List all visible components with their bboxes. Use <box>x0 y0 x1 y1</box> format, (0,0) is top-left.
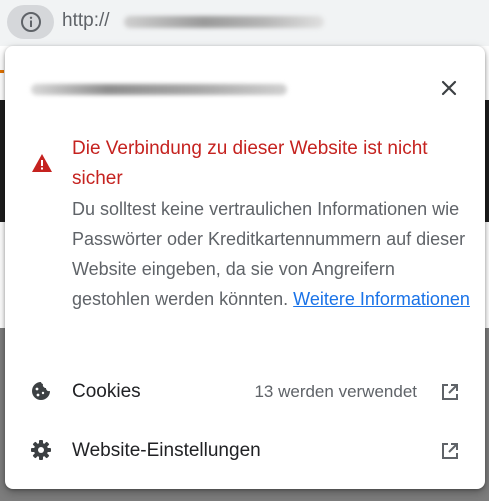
gear-icon <box>31 440 51 460</box>
external-link-icon[interactable] <box>440 382 460 402</box>
url-text[interactable]: http:// <box>62 10 110 32</box>
site-info-popup: Die Verbindung zu dieser Website ist nic… <box>5 46 485 489</box>
warning-title: Die Verbindung zu dieser Website ist nic… <box>72 138 428 189</box>
warning-icon <box>32 154 52 172</box>
cookies-label: Cookies <box>72 381 141 402</box>
close-button[interactable] <box>437 76 461 100</box>
info-icon <box>20 12 41 32</box>
external-link-icon[interactable] <box>440 441 460 461</box>
site-info-button[interactable] <box>7 5 54 39</box>
site-settings-row[interactable]: Website-Einstellungen <box>5 423 485 479</box>
close-icon <box>441 80 457 96</box>
url-redacted <box>124 16 324 28</box>
warning-body: Du solltest keine vertraulichen Informat… <box>72 194 472 314</box>
cookie-icon <box>32 382 50 400</box>
background-accent <box>0 70 4 73</box>
more-info-link[interactable]: Weitere Informationen <box>293 289 470 309</box>
cookies-count: 13 werden verwendet <box>254 382 417 401</box>
cookies-row[interactable]: Cookies 13 werden verwendet <box>5 364 485 420</box>
address-bar: http:// <box>0 0 489 46</box>
popup-title-redacted <box>31 84 287 95</box>
site-settings-label: Website-Einstellungen <box>72 440 261 461</box>
